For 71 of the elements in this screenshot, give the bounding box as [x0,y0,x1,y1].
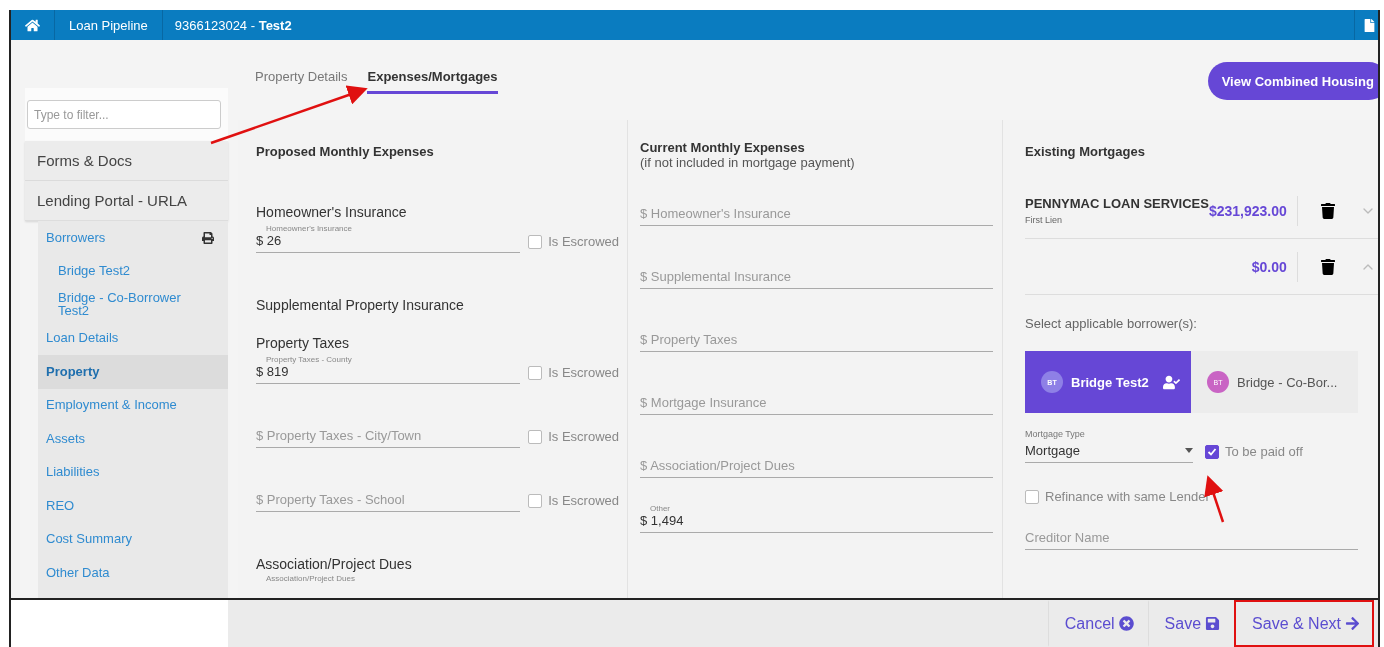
field-heading: Homeowner's Insurance [256,204,408,220]
filter-field[interactable]: Type to filter... [27,100,221,129]
input-field[interactable]: $ Supplemental Insurance [640,269,993,289]
sidebar-item[interactable]: Property [38,355,228,389]
creditor-name: PENNYMAC LOAN SERVICES [1025,196,1209,211]
sidebar-item[interactable]: Bridge Test2 [38,254,228,288]
input-field[interactable]: Homeowner's Insurance $ 26 [256,224,521,253]
mortgage-amount: $0.00 [1251,251,1298,282]
breadcrumb-link[interactable]: Loan Pipeline [69,17,148,33]
tab[interactable]: Expenses/Mortgages [367,69,498,94]
field-heading: Supplemental Property Insurance [256,297,465,313]
sidebar-item[interactable]: Borrowers [38,221,228,255]
borrower-name: Bridge Test2 [1071,374,1149,390]
borrower-name: Bridge - Co-Bor... [1237,374,1338,390]
trash-icon[interactable] [1319,202,1336,219]
field-label: Association/Project Dues [266,574,356,583]
prompt-text: Select applicable borrower(s): [1025,316,1198,331]
input-field[interactable]: $ Mortgage Insurance [640,395,993,415]
printer-icon[interactable] [202,231,214,244]
checkbox-label: Is Escrowed [548,365,619,380]
sidebar-section[interactable]: Lending Portal - URLA [25,181,228,221]
checkbox[interactable] [1025,489,1039,504]
checkbox[interactable] [528,429,543,444]
checkbox-label: To be paid off [1225,444,1303,459]
section-title: Current Monthly Expenses [640,140,806,155]
caret-icon [1185,448,1193,453]
section-subtitle: (if not included in mortgage payment) [640,155,856,170]
input-field[interactable]: $ Homeowner's Insurance [640,206,993,226]
input-field[interactable]: Other $ 1,494 [640,504,993,533]
tab[interactable]: Property Details [255,69,348,94]
loan-title: 9366123024 - Test2 [174,17,292,33]
checkbox-label: Is Escrowed [548,234,619,249]
input-field[interactable]: $ Property Taxes - City/Town [256,428,521,448]
checkbox-label: Is Escrowed [548,429,619,444]
checkbox[interactable] [528,493,543,508]
sidebar-item[interactable]: Liabilities [38,455,228,489]
view-combined-housing-button[interactable]: View Combined Housing [1207,62,1378,100]
next-button[interactable]: Save & Next [1234,600,1374,647]
user-check-icon [1162,373,1180,391]
field-heading: Association/Project Dues [256,556,413,572]
sidebar-item[interactable]: Bridge - Co-Borrower Test2 [38,288,228,322]
sidebar-item[interactable]: Employment & Income [38,388,228,422]
lien-label: First Lien [1025,215,1063,225]
checkbox[interactable] [528,234,543,249]
home-icon[interactable] [25,17,40,33]
input-field[interactable]: Property Taxes - County $ 819 [256,355,521,384]
input-field[interactable]: $ Property Taxes [640,332,993,352]
input-field[interactable]: $ Association/Project Dues [640,458,993,478]
save-button[interactable]: Save [1147,600,1235,647]
checkbox[interactable] [1205,444,1219,459]
creditor-name-field[interactable]: Creditor Name [1025,530,1358,550]
sidebar-item[interactable]: REO [38,489,228,523]
section-title: Proposed Monthly Expenses [256,144,435,159]
trash-icon[interactable] [1319,258,1336,275]
mortgage-type-select[interactable]: Mortgage Type Mortgage [1025,429,1193,463]
sidebar-item[interactable]: Other Data [38,556,228,590]
arrow-right-icon [1345,616,1360,631]
input-field[interactable]: $ Property Taxes - School [256,492,521,512]
save-icon [1205,616,1221,631]
checkbox[interactable] [528,365,543,380]
mortgage-amount: $231,923.00 [1208,195,1298,226]
checkbox-label: Is Escrowed [548,493,619,508]
sidebar-section[interactable]: Forms & Docs [25,141,228,181]
sidebar-item[interactable]: Loan Details [38,321,228,355]
field-heading: Property Taxes [256,335,351,351]
cancel-button[interactable]: Cancel [1047,600,1148,647]
document-icon[interactable] [1363,18,1376,32]
sidebar-item[interactable]: Assets [38,422,228,456]
section-title: Existing Mortgages [1025,144,1146,159]
sidebar-item[interactable]: Cost Summary [38,522,228,556]
cancel-icon [1118,616,1134,631]
